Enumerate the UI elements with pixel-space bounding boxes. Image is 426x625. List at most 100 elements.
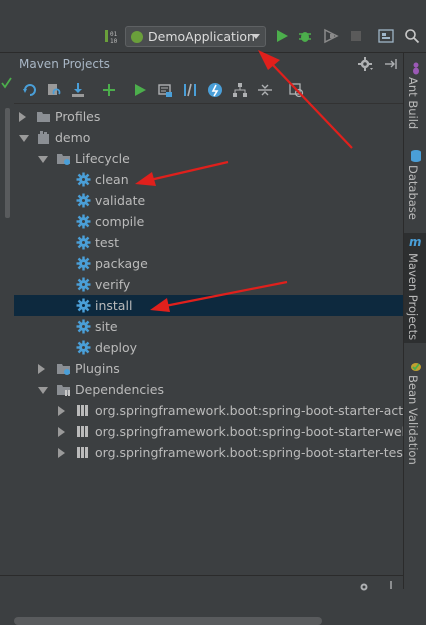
svg-text:01: 01 [110,31,118,38]
tab-maven-projects[interactable]: m Maven Projects [404,233,426,343]
pin-icon[interactable] [386,578,396,593]
collapse-all-icon[interactable] [257,82,273,98]
expand-arrow-icon[interactable] [58,427,65,437]
tab-label: Ant Build [406,77,420,130]
dependencies-diagram-icon[interactable] [232,82,248,98]
gear-icon [76,235,91,250]
left-tool-strip [0,53,15,589]
generate-sources-icon[interactable] [46,82,62,98]
left-scrollbar[interactable] [5,108,10,218]
run-maven-build-icon[interactable] [132,82,148,98]
folder-icon [56,361,71,376]
lifecycle-goal-verify[interactable]: verify [14,274,403,295]
gear-icon [76,172,91,187]
show-ignored-icon[interactable] [288,82,304,98]
search-icon[interactable] [404,28,420,44]
main-toolbar: 01 10 DemoApplication [0,0,426,53]
horizontal-scrollbar[interactable] [14,617,322,625]
gear-icon [76,340,91,355]
debug-icon[interactable] [297,28,313,44]
gear-icon [76,298,91,313]
lifecycle-goal-compile[interactable]: compile [14,211,403,232]
skip-tests-icon[interactable] [207,82,223,98]
goal-label: validate [95,193,146,208]
tree-node-demo[interactable]: demo [14,127,403,148]
coverage-icon[interactable] [323,28,339,44]
lifecycle-goal-clean[interactable]: clean [14,169,403,190]
goal-label: install [95,298,133,313]
panel-header: Maven Projects [14,53,403,75]
project-structure-icon[interactable] [378,28,394,44]
database-icon [411,150,421,162]
tree-label: demo [55,130,91,145]
dependency-item[interactable]: org.springframework.boot:spring-boot-sta… [14,442,424,463]
tab-label: Database [406,165,420,220]
hide-panel-icon[interactable] [383,56,399,75]
dependency-label: org.springframework.boot:spring-boot-sta… [95,445,424,460]
execute-goal-icon[interactable] [157,82,173,98]
goal-label: package [95,256,148,271]
library-icon [76,403,91,418]
collapse-arrow-icon[interactable] [38,387,48,394]
tree-node-lifecycle[interactable]: Lifecycle [14,148,403,169]
dependency-item[interactable]: org.springframework.boot:spring-boot-sta… [14,421,422,442]
maven-tree: Profiles demo Lifecycle clean validate com… [14,105,426,625]
gear-icon [76,214,91,229]
dependency-label: org.springframework.boot:spring-boot-sta… [95,424,422,439]
tree-label: Profiles [55,109,101,124]
goal-label: site [95,319,118,334]
stop-icon[interactable] [348,28,364,44]
gear-icon [76,256,91,271]
chevron-down-icon [252,34,260,39]
run-icon[interactable] [274,28,290,44]
folder-icon [36,109,51,124]
right-tool-strip: Ant Build Database m Maven Projects Bean… [403,53,426,589]
lifecycle-goal-validate[interactable]: validate [14,190,403,211]
bottom-panel-bar [0,575,403,593]
reimport-icon[interactable] [22,82,38,98]
expand-arrow-icon[interactable] [19,112,26,122]
goal-label: clean [95,172,129,187]
dependency-item[interactable]: org.springframework.boot:spring-boot-sta… [14,400,426,421]
settings-icon[interactable] [357,56,373,75]
tree-node-profiles[interactable]: Profiles [14,106,403,127]
tab-label: Bean Validation [406,375,420,465]
spring-boot-icon [131,31,143,43]
tree-label: Plugins [75,361,120,376]
ant-icon [413,62,419,75]
lifecycle-goal-install[interactable]: install [14,295,403,316]
settings-icon[interactable] [358,579,370,594]
download-icon[interactable] [70,82,86,98]
run-config-label: DemoApplication [148,29,255,44]
add-icon[interactable] [101,82,117,98]
build-icon[interactable]: 01 10 [104,28,120,45]
tab-ant-build[interactable]: Ant Build [404,57,426,139]
tree-node-plugins[interactable]: Plugins [14,358,403,379]
gear-icon [76,277,91,292]
goal-label: verify [95,277,131,292]
tab-bean-validation[interactable]: Bean Validation [404,355,426,465]
tree-label: Lifecycle [75,151,130,166]
lifecycle-goal-site[interactable]: site [14,316,403,337]
expand-arrow-icon[interactable] [58,448,65,458]
collapse-arrow-icon[interactable] [19,135,29,142]
goal-label: deploy [95,340,138,355]
maven-icon: m [409,235,422,249]
gear-icon [76,319,91,334]
expand-arrow-icon[interactable] [58,406,65,416]
tree-label: Dependencies [75,382,164,397]
lifecycle-goal-deploy[interactable]: deploy [14,337,403,358]
goal-label: compile [95,214,145,229]
collapse-arrow-icon[interactable] [38,156,48,163]
bean-validation-icon [411,363,421,371]
maven-module-icon [36,130,51,145]
lifecycle-goal-package[interactable]: package [14,253,403,274]
folder-icon [56,382,71,397]
toggle-offline-icon[interactable] [182,82,198,98]
lifecycle-goal-test[interactable]: test [14,232,403,253]
tree-node-dependencies[interactable]: Dependencies [14,379,403,400]
expand-arrow-icon[interactable] [38,364,45,374]
run-configuration-selector[interactable]: DemoApplication [125,26,266,47]
dependency-label: org.springframework.boot:spring-boot-sta… [95,403,426,418]
tab-database[interactable]: Database [404,145,426,225]
